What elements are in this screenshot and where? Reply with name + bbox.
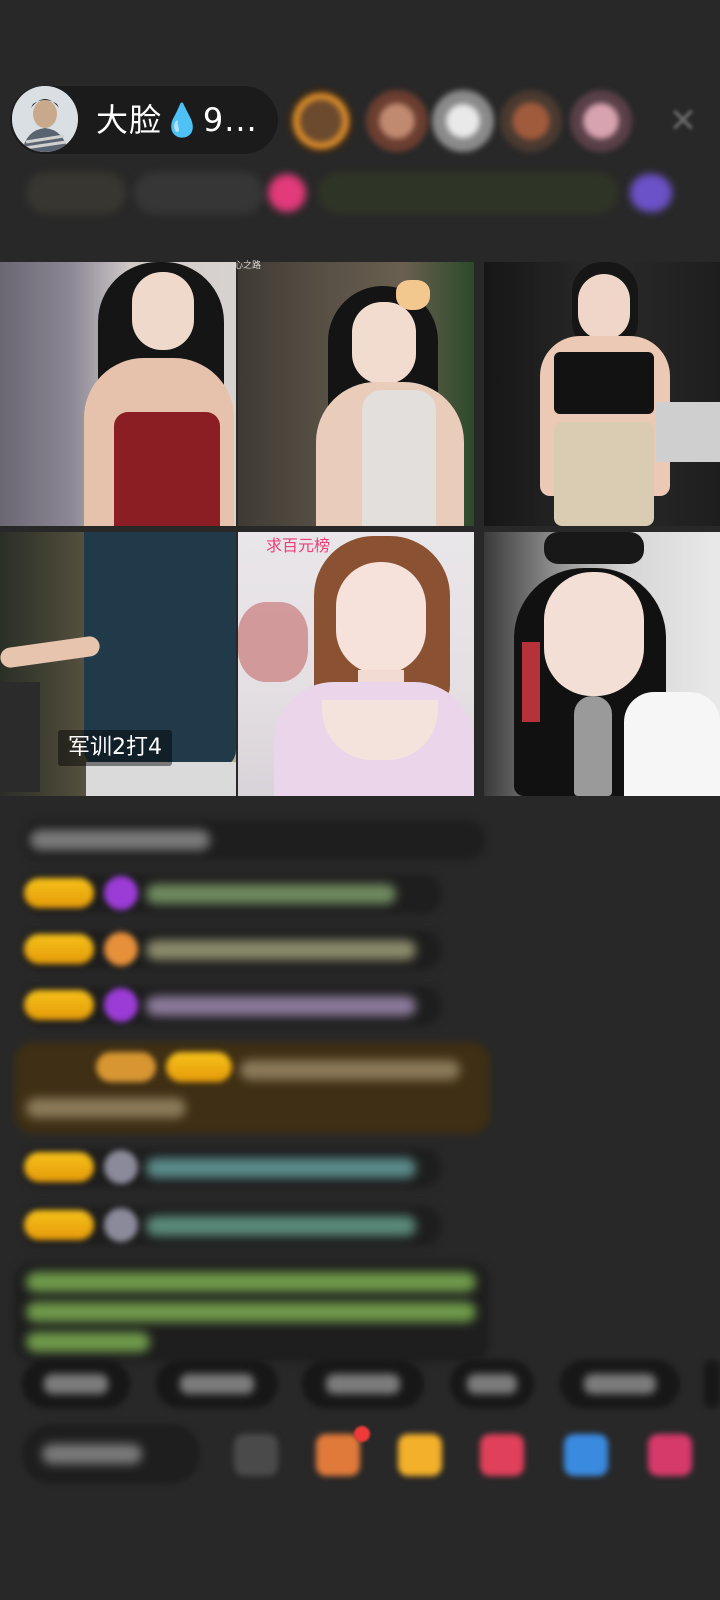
level-badge	[24, 1210, 94, 1240]
close-icon[interactable]: ✕	[662, 100, 704, 142]
gift-chip-icon[interactable]	[268, 174, 306, 212]
chat-message-4-text	[146, 996, 416, 1016]
chat-highlight-text	[240, 1060, 460, 1080]
tile-2-tag: 心之路	[234, 261, 262, 271]
comment-input-placeholder	[42, 1444, 142, 1464]
video-tile-6[interactable]	[484, 532, 720, 796]
level-badge	[24, 1152, 94, 1182]
top-viewer-avatar-3[interactable]	[432, 90, 494, 152]
level-badge	[24, 990, 94, 1020]
notification-dot	[354, 1426, 370, 1442]
chat-message-5-text	[146, 1158, 416, 1178]
host-avatar[interactable]	[12, 86, 78, 152]
system-notice-line-1	[26, 1272, 476, 1292]
quick-reply-6[interactable]	[704, 1360, 720, 1408]
chat-message-highlight	[14, 1042, 490, 1134]
activity-chip-icon[interactable]	[630, 174, 672, 212]
level-badge	[24, 934, 94, 964]
video-tile-2[interactable]	[238, 262, 474, 526]
quick-reply-2[interactable]	[156, 1360, 278, 1408]
gift-icon[interactable]	[480, 1434, 524, 1476]
video-tile-5[interactable]	[238, 532, 474, 796]
fan-club-icon[interactable]	[398, 1434, 442, 1476]
share-icon[interactable]	[564, 1434, 608, 1476]
avatar-icon	[104, 1150, 138, 1184]
avatar-icon	[104, 1208, 138, 1242]
quick-reply-3[interactable]	[302, 1360, 424, 1408]
chat-message-3-text	[146, 940, 416, 960]
emoji-icon[interactable]	[234, 1434, 278, 1476]
more-icon[interactable]	[648, 1434, 692, 1476]
gem-icon	[104, 988, 138, 1022]
system-notice-line-3	[26, 1332, 150, 1352]
top-viewer-avatar-4[interactable]	[500, 90, 562, 152]
host-name: 大脸💧9...	[96, 101, 258, 139]
tile-4-caption: 军训2打4	[58, 730, 172, 766]
chat-message-2-text	[146, 884, 396, 904]
video-tile-3[interactable]	[484, 262, 720, 526]
chat-highlight-text-2	[26, 1098, 186, 1118]
chat-message-6-text	[146, 1216, 416, 1236]
vip-badge	[96, 1052, 156, 1082]
quick-reply-1[interactable]	[22, 1360, 130, 1408]
host-avatar-image	[12, 86, 78, 152]
level-badge	[166, 1052, 232, 1082]
quick-reply-5[interactable]	[560, 1360, 680, 1408]
gem-icon	[104, 876, 138, 910]
gift-box-icon[interactable]	[316, 1434, 360, 1476]
level-badge	[24, 878, 94, 908]
top-viewer-avatar-5[interactable]	[570, 90, 632, 152]
rank-chip[interactable]	[26, 172, 126, 214]
info-banner-chip[interactable]	[318, 172, 618, 214]
tile-5-tag: 求百元榜	[266, 536, 331, 555]
badge-icon	[104, 932, 138, 966]
top-viewer-avatar-1[interactable]	[288, 88, 354, 154]
chat-message-1-text	[30, 830, 210, 850]
top-viewer-avatar-2[interactable]	[366, 90, 428, 152]
viewer-count-chip[interactable]	[134, 172, 264, 214]
video-tile-1[interactable]	[0, 262, 236, 526]
quick-reply-4[interactable]	[450, 1360, 534, 1408]
system-notice-line-2	[26, 1302, 476, 1322]
